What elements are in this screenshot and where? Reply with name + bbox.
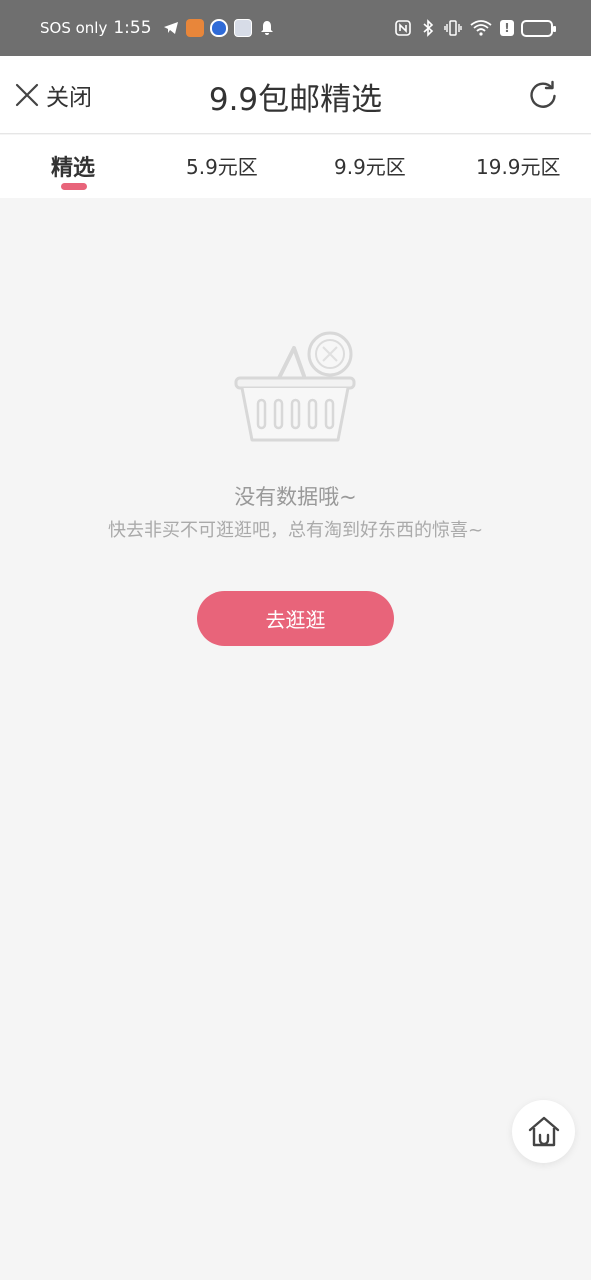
shield-app-icon [209,19,228,37]
bluetooth-icon [419,19,437,37]
battery-icon [521,19,556,37]
go-browse-button[interactable]: 去逛逛 [197,591,394,646]
page-header: 关闭 9.9包邮精选 [0,56,591,134]
wifi-icon [469,19,493,37]
page-title: 9.9包邮精选 [208,82,383,118]
qr-app-icon [233,19,252,37]
telegram-icon [162,19,180,37]
vibrate-icon [444,19,462,37]
tab-19-9[interactable]: 19.9元区 [476,151,561,180]
refresh-icon [530,80,556,108]
tab-5-9[interactable]: 5.9元区 [186,151,258,180]
nfc-icon [394,19,412,37]
tab-selected[interactable]: 精选 [51,150,95,182]
status-bar: SOS only 1:55 ! [0,0,591,56]
empty-state-subtitle: 快去非买不可逛逛吧，总有淘到好东西的惊喜~ [107,520,484,541]
home-button[interactable] [512,1100,575,1163]
clock-time: 1:55 [113,18,152,38]
empty-state-title: 没有数据哦~ [234,485,357,509]
active-tab-indicator [61,183,87,190]
tab-9-9[interactable]: 9.9元区 [334,151,406,180]
category-tabs: 精选 5.9元区 9.9元区 19.9元区 [0,135,591,198]
app-notification-icon [185,19,204,37]
refresh-button[interactable] [527,80,559,112]
carrier-text: SOS only [40,19,108,37]
home-icon [528,1116,559,1146]
bell-icon [258,19,276,37]
empty-basket-illustration [232,330,358,446]
alert-icon: ! [500,20,514,36]
